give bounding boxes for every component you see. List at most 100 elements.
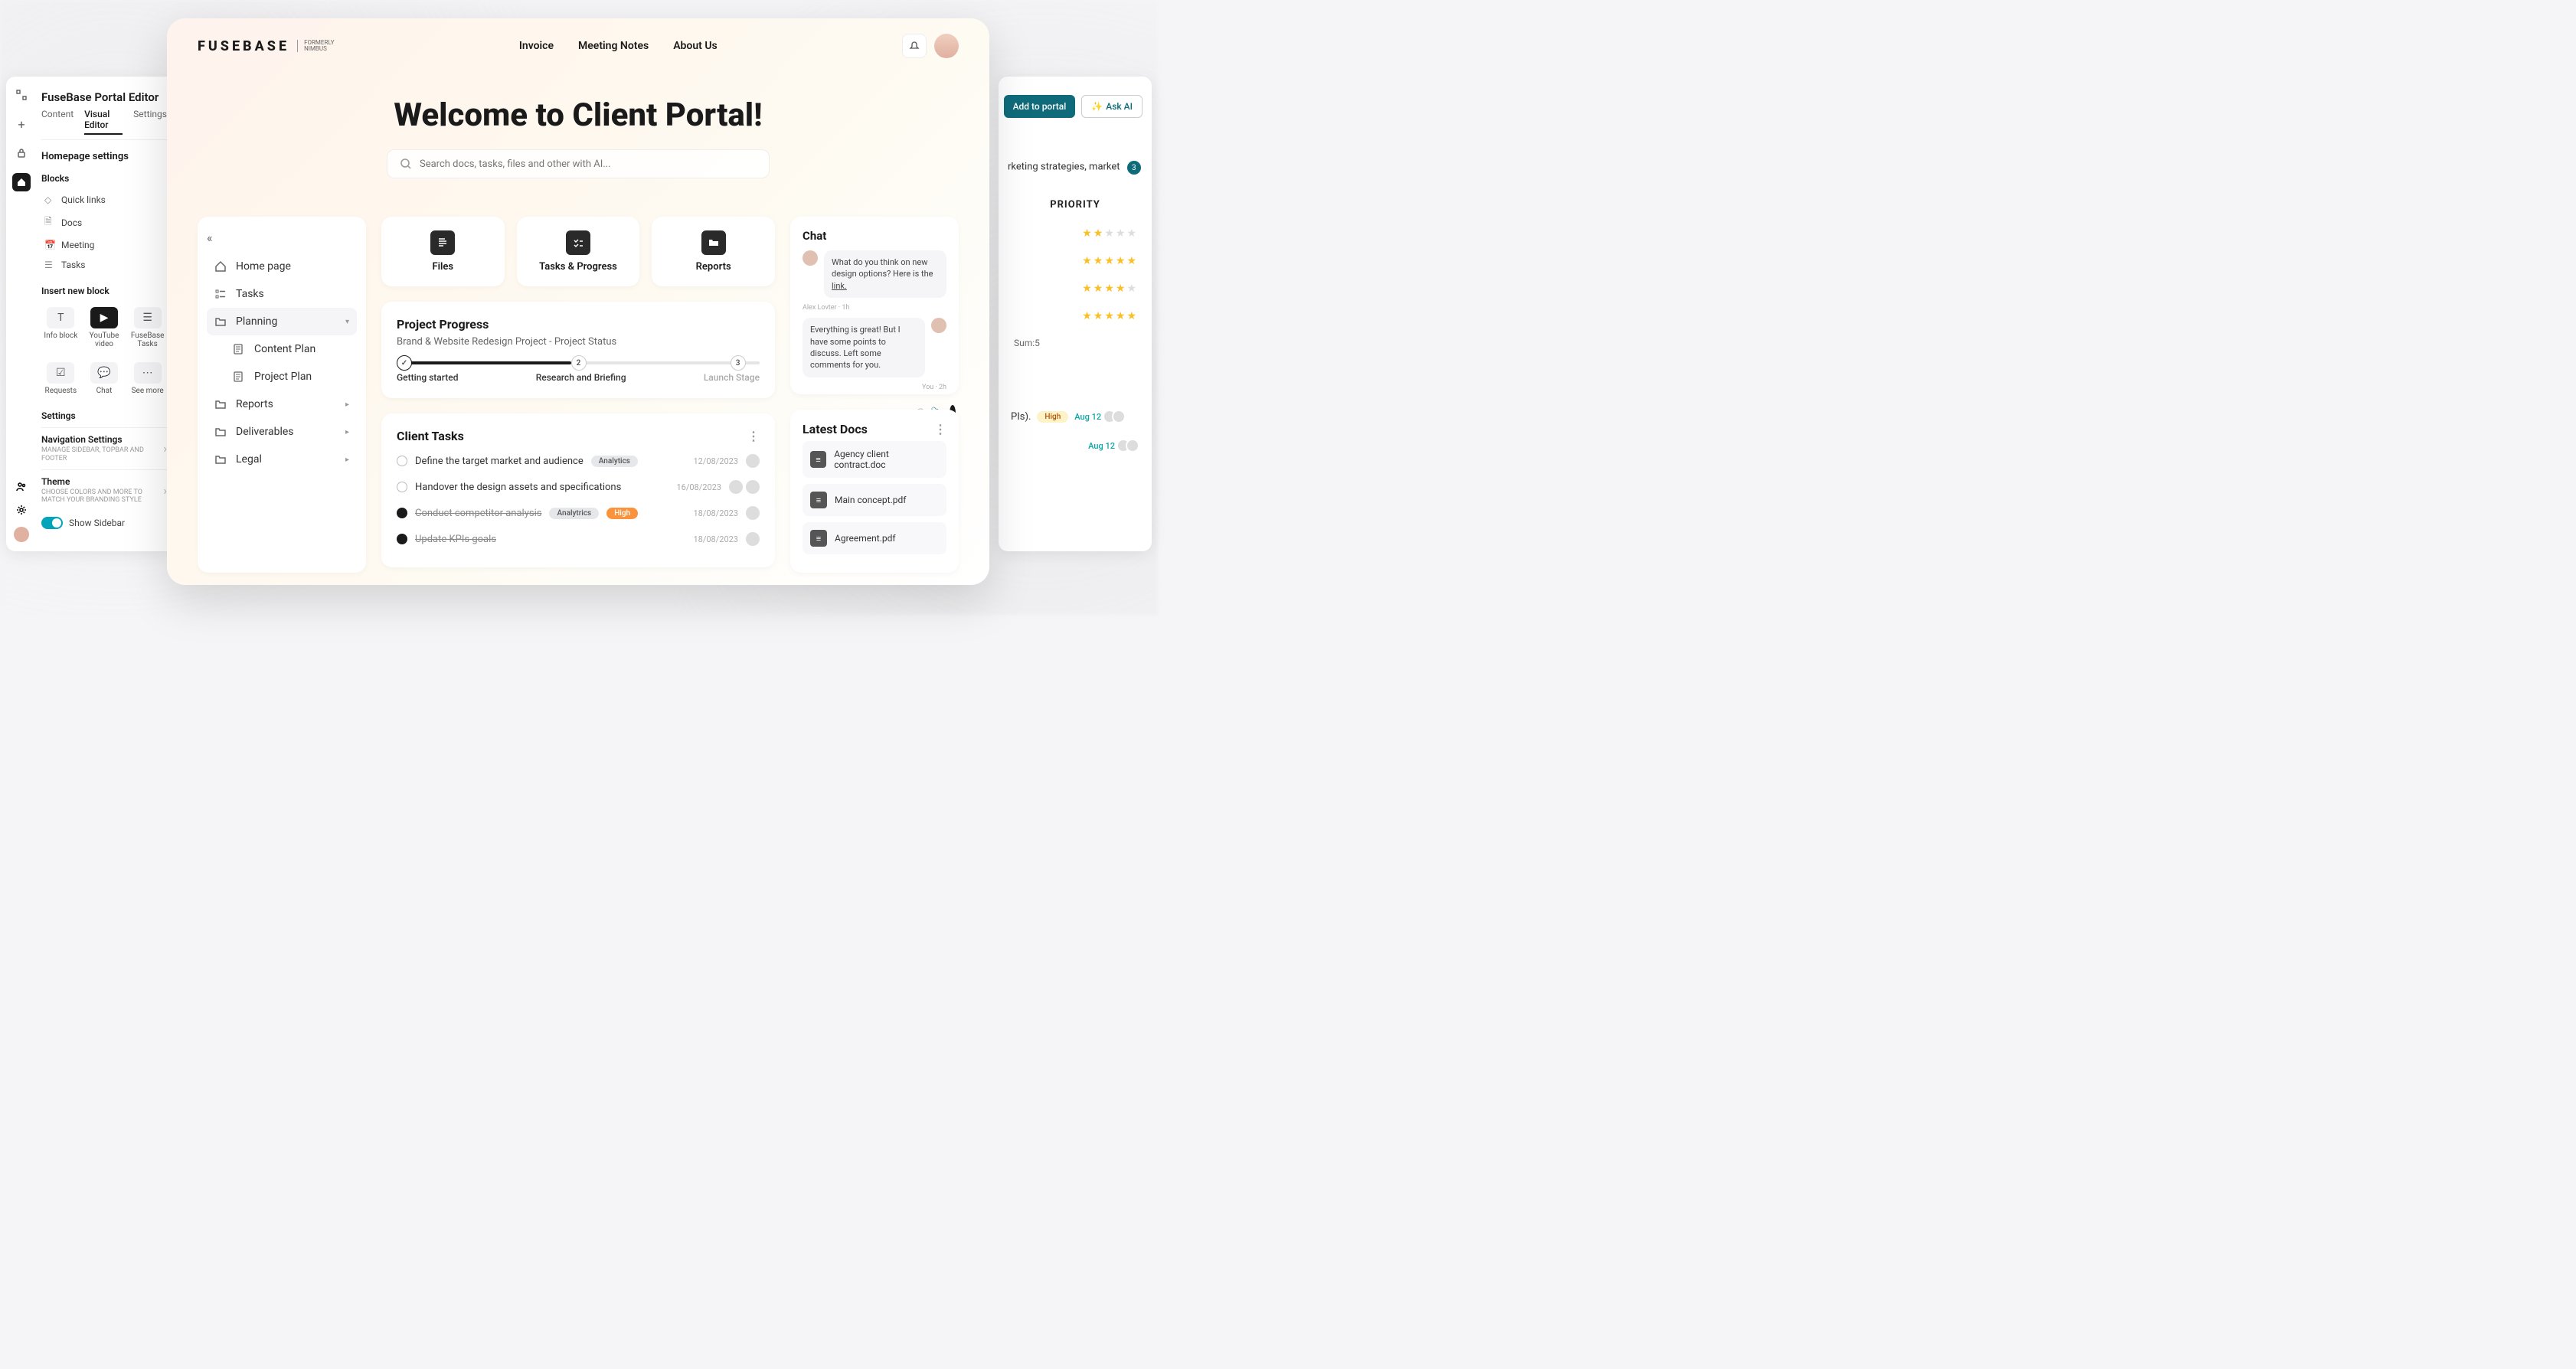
block-meeting[interactable]: 📅Meeting — [41, 235, 167, 255]
avatar[interactable] — [934, 34, 959, 58]
task-row[interactable]: Handover the design assets and specifica… — [397, 474, 760, 500]
card-title: Latest Docs — [803, 422, 868, 436]
home-icon[interactable] — [12, 173, 31, 191]
checkbox-icon[interactable] — [397, 482, 407, 492]
chat-meta: Alex Lovter · 1h — [803, 304, 946, 312]
avatar-icon[interactable] — [14, 527, 29, 542]
show-sidebar-toggle[interactable]: Show Sidebar — [41, 511, 167, 535]
more-icon[interactable]: ⋮ — [934, 422, 946, 436]
editor-panel: + FuseBase Portal Editor Content Visual … — [6, 77, 175, 551]
nav-about-us[interactable]: About Us — [673, 40, 718, 52]
snippet-text: rketing strategies, market 3 — [1008, 161, 1143, 175]
portal-nav: Invoice Meeting Notes About Us — [519, 40, 718, 52]
editor-title: FuseBase Portal Editor — [41, 86, 167, 109]
users-icon[interactable] — [15, 481, 28, 493]
sidebar-item-content-plan[interactable]: Content Plan — [225, 335, 357, 363]
sidebar-item-tasks[interactable]: Tasks — [207, 280, 357, 308]
sidebar-item-home[interactable]: Home page — [207, 253, 357, 280]
gear-icon[interactable] — [15, 504, 28, 516]
project-progress-card: Project Progress Brand & Website Redesig… — [381, 302, 775, 398]
block-tasks[interactable]: ☰Tasks — [41, 255, 167, 275]
stage-label: Launch Stage — [704, 372, 760, 383]
doc-row[interactable]: ≡Agency client contract.doc — [803, 441, 946, 478]
list-item: PIs). High Aug 12 — [1008, 402, 1143, 431]
lock-icon[interactable] — [12, 144, 31, 162]
stage-label: Research and Briefing — [536, 372, 626, 383]
insert-fusebase-tasks[interactable]: ☰FuseBase Tasks — [128, 302, 167, 353]
chat-meta: You · 2h — [803, 384, 946, 391]
search-bar[interactable] — [387, 149, 770, 178]
chevron-right-icon: ▸ — [345, 428, 349, 436]
file-icon — [430, 230, 455, 255]
sidebar-item-reports[interactable]: Reports▸ — [207, 390, 357, 418]
block-docs[interactable]: 🗎Docs — [41, 210, 167, 235]
tile-files[interactable]: Files — [381, 217, 505, 286]
more-icon[interactable]: ⋮ — [747, 429, 760, 443]
theme-settings[interactable]: Theme CHOOSE COLORS AND MORE TO MATCH YO… — [41, 469, 167, 511]
stars-row: ★★★★★ — [1008, 275, 1143, 302]
blocks-heading: Blocks — [41, 168, 167, 190]
chat-link[interactable]: link. — [832, 281, 847, 291]
tag-analytics: Analytics — [591, 456, 638, 467]
task-row[interactable]: Define the target market and audienceAna… — [397, 448, 760, 474]
chevron-down-icon: ▾ — [345, 318, 349, 326]
card-title: Project Progress — [397, 317, 760, 332]
plus-icon[interactable]: + — [12, 115, 31, 133]
card-subtitle: Brand & Website Redesign Project - Proje… — [397, 336, 760, 348]
portal-header: FUSEBASE FORMERLYNIMBUS Invoice Meeting … — [167, 18, 989, 74]
pill-high: High — [1037, 411, 1068, 423]
tag-high: High — [606, 508, 638, 519]
insert-chat[interactable]: 💬Chat — [85, 358, 124, 400]
checkbox-icon[interactable] — [397, 508, 407, 518]
sidebar-item-legal[interactable]: Legal▸ — [207, 446, 357, 473]
chevron-right-icon: ▸ — [345, 400, 349, 409]
insert-see-more[interactable]: ⋯See more — [128, 358, 167, 400]
progress-node-1: ✓ — [397, 355, 412, 371]
hero: Welcome to Client Portal! — [167, 74, 989, 194]
tab-content[interactable]: Content — [41, 109, 74, 135]
insert-requests[interactable]: ☑Requests — [41, 358, 80, 400]
task-row[interactable]: Conduct competitor analysisAnalytricsHig… — [397, 500, 760, 526]
expand-icon[interactable] — [12, 86, 31, 104]
folder-icon — [701, 230, 726, 255]
doc-icon: ≡ — [810, 451, 826, 468]
checkbox-icon[interactable] — [397, 534, 407, 544]
insert-info-block[interactable]: TInfo block — [41, 302, 80, 353]
add-to-portal-button[interactable]: Add to portal — [1004, 95, 1076, 118]
navigation-settings[interactable]: Navigation Settings MANAGE SIDEBAR, TOPB… — [41, 427, 167, 469]
doc-row[interactable]: ≡Agreement.pdf — [803, 522, 946, 554]
card-title: Client Tasks — [397, 429, 464, 443]
editor-tabs: Content Visual Editor Settings — [41, 109, 167, 140]
notifications-button[interactable] — [902, 34, 927, 58]
nav-invoice[interactable]: Invoice — [519, 40, 554, 52]
insert-youtube[interactable]: ▶YouTube video — [85, 302, 124, 353]
block-quick-links[interactable]: ◇Quick links — [41, 190, 167, 210]
doc-icon: ≡ — [810, 492, 827, 508]
stars-row: ★★★★★ — [1008, 247, 1143, 275]
tab-settings[interactable]: Settings — [133, 109, 167, 135]
sidebar-item-planning[interactable]: Planning▾ — [207, 308, 357, 335]
avatar — [746, 480, 760, 494]
sidebar-item-project-plan[interactable]: Project Plan — [225, 363, 357, 390]
ask-ai-button[interactable]: ✨Ask AI — [1081, 95, 1143, 118]
tile-tasks-progress[interactable]: Tasks & Progress — [517, 217, 640, 286]
checkbox-icon[interactable] — [397, 456, 407, 466]
tile-reports[interactable]: Reports — [652, 217, 775, 286]
homepage-settings-heading: Homepage settings — [41, 140, 167, 168]
search-input[interactable] — [420, 158, 757, 170]
portal-window: FUSEBASE FORMERLYNIMBUS Invoice Meeting … — [167, 18, 989, 585]
chat-message: What do you think on new design options?… — [803, 250, 946, 298]
collapse-icon[interactable]: « — [207, 230, 357, 245]
latest-docs-card: Latest Docs ⋮ ≡Agency client contract.doc… — [790, 410, 959, 573]
nav-meeting-notes[interactable]: Meeting Notes — [578, 40, 649, 52]
client-tasks-card: Client Tasks ⋮ Define the target market a… — [381, 413, 775, 567]
chat-card: Chat What do you think on new design opt… — [790, 217, 959, 394]
chat-message: Everything is great! But I have some poi… — [803, 318, 946, 377]
task-row[interactable]: Update KPIs goals18/08/2023 — [397, 526, 760, 552]
avatar — [729, 480, 743, 494]
tab-visual-editor[interactable]: Visual Editor — [84, 109, 123, 135]
doc-row[interactable]: ≡Main concept.pdf — [803, 484, 946, 516]
progress-node-2: 2 — [571, 355, 587, 371]
logo: FUSEBASE FORMERLYNIMBUS — [198, 38, 335, 54]
sidebar-item-deliverables[interactable]: Deliverables▸ — [207, 418, 357, 446]
